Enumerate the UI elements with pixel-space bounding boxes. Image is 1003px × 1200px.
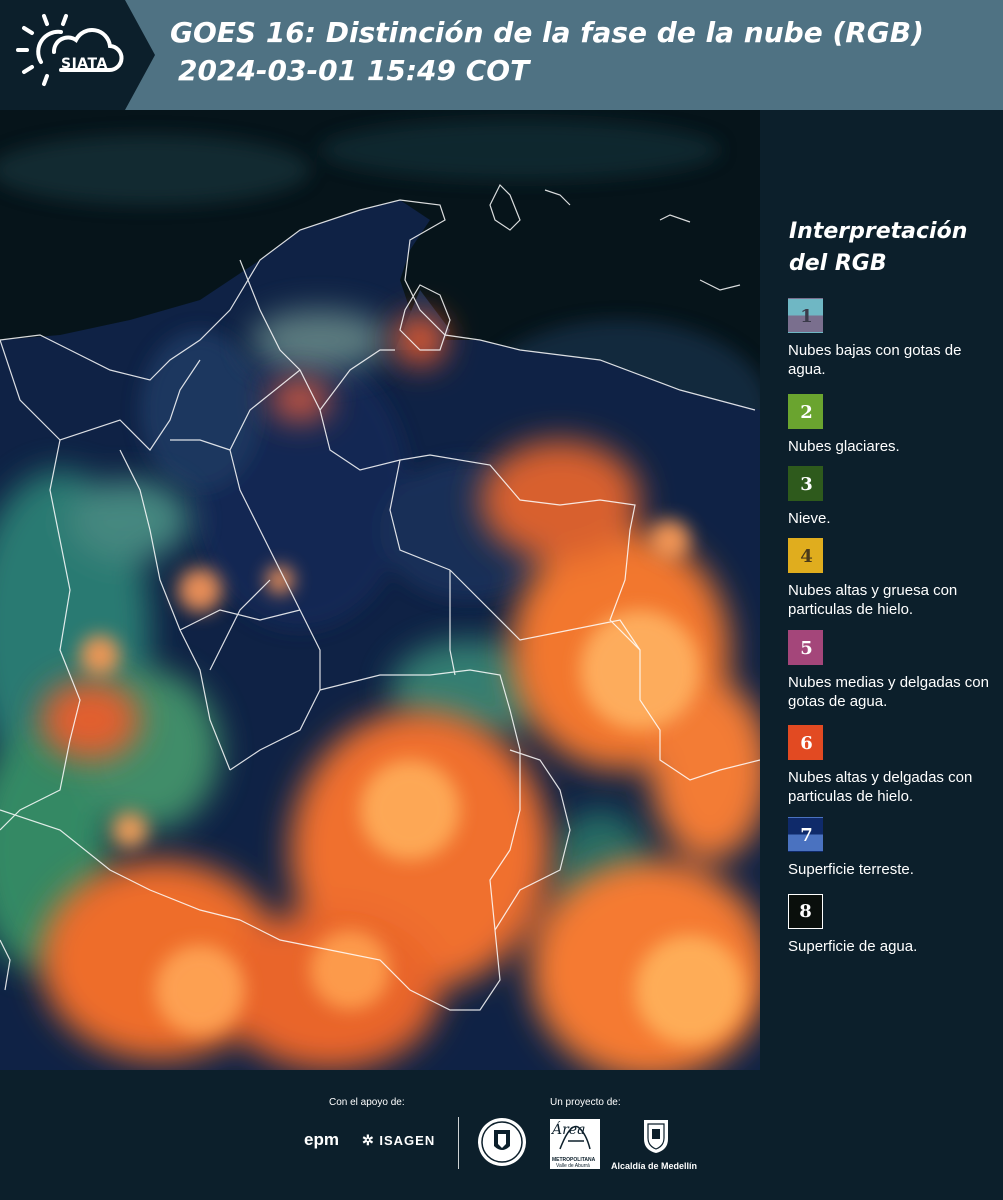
legend-swatch-5: 5: [788, 630, 823, 665]
alcaldia-label: Alcaldía de Medellín: [611, 1161, 698, 1171]
legend-label-2: Nubes glaciares.: [788, 438, 900, 455]
legend: Interpretación del RGB 1 Nubes bajas con…: [770, 110, 1003, 1070]
legend-number-8: 8: [799, 901, 812, 922]
legend-swatch-2: 2: [788, 394, 823, 429]
legend-swatch-4: 4: [788, 538, 823, 573]
legend-label-4: Nubes altas y gruesa con particulas de h…: [788, 582, 958, 618]
legend-item-5: 5 Nubes medias y delgadas con gotas de a…: [788, 630, 998, 711]
legend-item-3: 3 Nieve.: [788, 466, 998, 528]
page-timestamp: 2024-03-01 15:49 COT: [178, 54, 530, 87]
legend-number-5: 5: [800, 638, 813, 659]
project-label: Un proyecto de:: [550, 1097, 621, 1108]
legend-swatch-8: 8: [788, 894, 823, 929]
legend-label-6: Nubes altas y delgadas con particulas de…: [788, 769, 973, 805]
legend-label-8: Superficie de agua.: [788, 938, 918, 955]
area-sub2: Valle de Aburrá: [556, 1163, 590, 1169]
legend-title: Interpretación del RGB: [789, 219, 968, 276]
page-title: GOES 16: Distinción de la fase de la nub…: [170, 16, 924, 49]
legend-number-1: 1: [800, 306, 813, 327]
title-block: GOES 16: Distinción de la fase de la nub…: [170, 14, 990, 90]
isagen-mark-icon: ✲: [362, 1132, 375, 1148]
legend-swatch-3: 3: [788, 466, 823, 501]
legend-number-3: 3: [800, 474, 813, 495]
siata-logo: SIATA: [14, 10, 129, 94]
logo-text: SIATA: [61, 56, 108, 72]
legend-item-8: 8 Superficie de agua.: [788, 894, 998, 956]
legend-swatch-6: 6: [788, 725, 823, 760]
satellite-rgb-image: [0, 110, 760, 1070]
legend-number-2: 2: [800, 402, 813, 423]
epm-logo: epm: [304, 1130, 339, 1149]
area-word: Área: [552, 1122, 586, 1138]
legend-number-7: 7: [800, 825, 813, 846]
support-label: Con el apoyo de:: [329, 1097, 405, 1108]
alcaldia-shield-icon: [644, 1120, 668, 1153]
legend-item-7: 7 Superficie terreste.: [788, 817, 998, 879]
footer: Con el apoyo de: Un proyecto de: epm ✲ I…: [0, 1070, 1003, 1200]
satellite-map[interactable]: [0, 110, 760, 1070]
legend-number-4: 4: [800, 546, 813, 567]
legend-item-6: 6 Nubes altas y delgadas con particulas …: [788, 725, 998, 806]
header: SIATA GOES 16: Distinción de la fase de …: [0, 0, 1003, 110]
legend-item-2: 2 Nubes glaciares.: [788, 394, 998, 456]
legend-swatch-7: 7: [788, 817, 823, 852]
legend-number-6: 6: [800, 733, 813, 754]
legend-label-3: Nieve.: [788, 510, 831, 527]
legend-label-7: Superficie terreste.: [788, 861, 914, 878]
sun-cloud-icon: [16, 14, 124, 86]
legend-item-4: 4 Nubes altas y gruesa con particulas de…: [788, 538, 998, 619]
seal-icon: [478, 1118, 526, 1166]
footer-divider: [458, 1117, 459, 1169]
legend-label-5: Nubes medias y delgadas con gotas de agu…: [788, 674, 989, 710]
isagen-logo: ✲ ISAGEN: [362, 1132, 435, 1149]
isagen-text: ISAGEN: [379, 1133, 436, 1148]
legend-swatch-1: 1: [788, 298, 823, 333]
legend-item-1: 1 Nubes bajas con gotas de agua.: [788, 298, 998, 379]
legend-label-1: Nubes bajas con gotas de agua.: [788, 342, 962, 378]
